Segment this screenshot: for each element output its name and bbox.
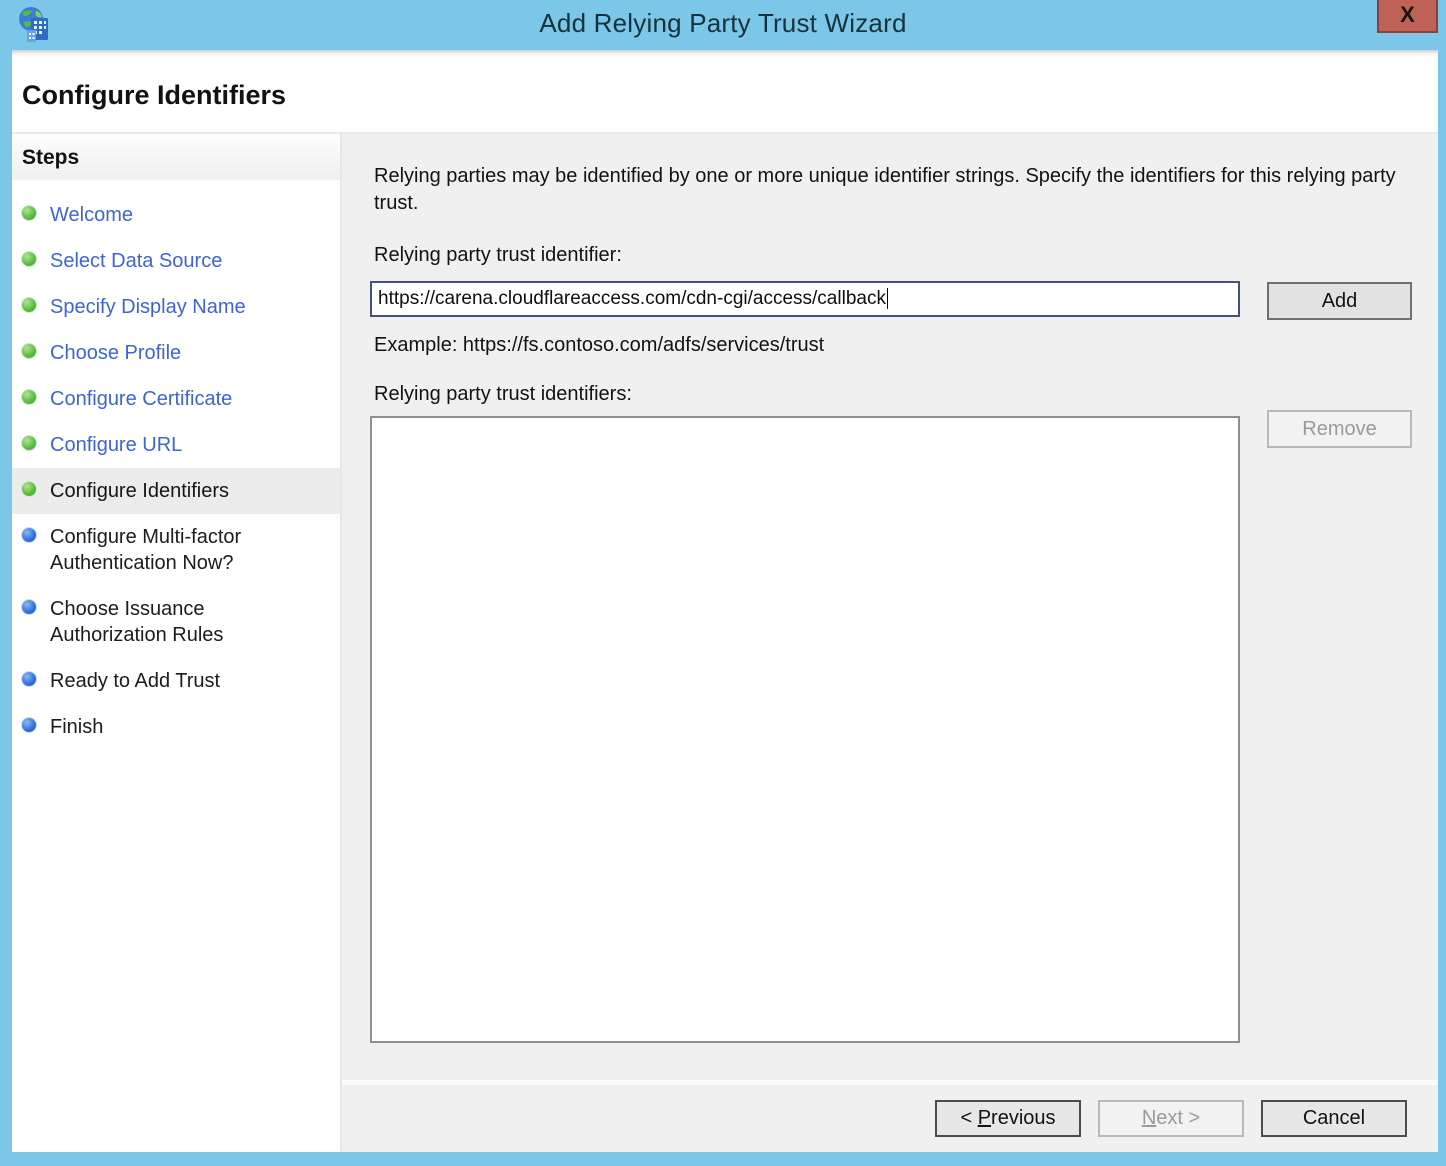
text-caret <box>887 288 888 309</box>
window-title: Add Relying Party Trust Wizard <box>0 8 1446 39</box>
cancel-button[interactable]: Cancel <box>1261 1100 1407 1137</box>
steps-sidebar: Steps Welcome Select Data Source Specify… <box>12 134 342 1152</box>
step-item-configure-mfa: Configure Multi-factor Authentication No… <box>12 514 340 586</box>
step-label[interactable]: Specify Display Name <box>50 294 246 320</box>
add-button[interactable]: Add <box>1267 282 1412 320</box>
step-label[interactable]: Select Data Source <box>50 248 222 274</box>
page-header: Configure Identifiers <box>12 50 1438 134</box>
steps-header: Steps <box>12 134 340 180</box>
step-done-bullet-icon <box>22 482 36 496</box>
step-done-bullet-icon <box>22 436 36 450</box>
steps-list: Welcome Select Data Source Specify Displ… <box>12 180 340 750</box>
next-label-accel: N <box>1142 1107 1156 1129</box>
previous-label-accel: P <box>978 1107 991 1129</box>
step-label[interactable]: Configure Certificate <box>50 386 232 412</box>
step-done-bullet-icon <box>22 390 36 404</box>
step-item-choose-issuance-rules: Choose Issuance Authorization Rules <box>12 586 340 658</box>
wizard-window: Add Relying Party Trust Wizard X Configu… <box>0 0 1446 1166</box>
step-item-choose-profile[interactable]: Choose Profile <box>12 330 340 376</box>
previous-label-pre: < <box>960 1107 977 1129</box>
step-done-bullet-icon <box>22 252 36 266</box>
step-pending-bullet-icon <box>22 672 36 686</box>
step-item-welcome[interactable]: Welcome <box>12 192 340 238</box>
previous-button[interactable]: < Previous <box>935 1100 1081 1137</box>
step-pending-bullet-icon <box>22 600 36 614</box>
step-item-specify-display-name[interactable]: Specify Display Name <box>12 284 340 330</box>
step-label[interactable]: Configure URL <box>50 432 182 458</box>
main-panel: Relying parties may be identified by one… <box>342 134 1438 1152</box>
step-label: Configure Multi-factor Authentication No… <box>50 524 280 576</box>
step-done-bullet-icon <box>22 298 36 312</box>
remove-button[interactable]: Remove <box>1267 410 1412 448</box>
wizard-footer: < Previous Next > Cancel <box>342 1080 1438 1152</box>
step-item-ready-to-add-trust: Ready to Add Trust <box>12 658 340 704</box>
step-item-configure-identifiers-current[interactable]: Configure Identifiers <box>12 468 340 514</box>
step-item-select-data-source[interactable]: Select Data Source <box>12 238 340 284</box>
step-label: Ready to Add Trust <box>50 668 220 694</box>
main-content: Relying parties may be identified by one… <box>342 134 1438 1080</box>
wizard-body: Configure Identifiers Steps Welcome Sele… <box>12 50 1438 1152</box>
next-button[interactable]: Next > <box>1098 1100 1244 1137</box>
step-item-finish: Finish <box>12 704 340 750</box>
identifier-input-value: https://carena.cloudflareaccess.com/cdn-… <box>378 288 886 309</box>
step-label: Configure Identifiers <box>50 478 229 504</box>
step-label: Finish <box>50 714 103 740</box>
identifier-field-label: Relying party trust identifier: <box>374 244 622 267</box>
example-text: Example: https://fs.contoso.com/adfs/ser… <box>374 334 824 357</box>
step-done-bullet-icon <box>22 344 36 358</box>
step-item-configure-url[interactable]: Configure URL <box>12 422 340 468</box>
identifiers-list-label: Relying party trust identifiers: <box>374 383 632 406</box>
intro-text: Relying parties may be identified by one… <box>374 163 1404 217</box>
relying-party-identifiers-listbox[interactable] <box>370 416 1240 1043</box>
step-pending-bullet-icon <box>22 718 36 732</box>
step-item-configure-certificate[interactable]: Configure Certificate <box>12 376 340 422</box>
title-bar: Add Relying Party Trust Wizard X <box>0 0 1446 50</box>
close-icon: X <box>1400 2 1415 27</box>
step-label[interactable]: Welcome <box>50 202 133 228</box>
step-pending-bullet-icon <box>22 528 36 542</box>
close-button[interactable]: X <box>1377 0 1438 33</box>
step-label: Choose Issuance Authorization Rules <box>50 596 280 648</box>
next-label-rest: ext > <box>1156 1107 1200 1129</box>
step-done-bullet-icon <box>22 206 36 220</box>
step-label[interactable]: Choose Profile <box>50 340 181 366</box>
previous-label-rest: revious <box>991 1107 1055 1129</box>
page-title: Configure Identifiers <box>22 80 1438 111</box>
relying-party-identifier-input[interactable]: https://carena.cloudflareaccess.com/cdn-… <box>370 281 1240 317</box>
